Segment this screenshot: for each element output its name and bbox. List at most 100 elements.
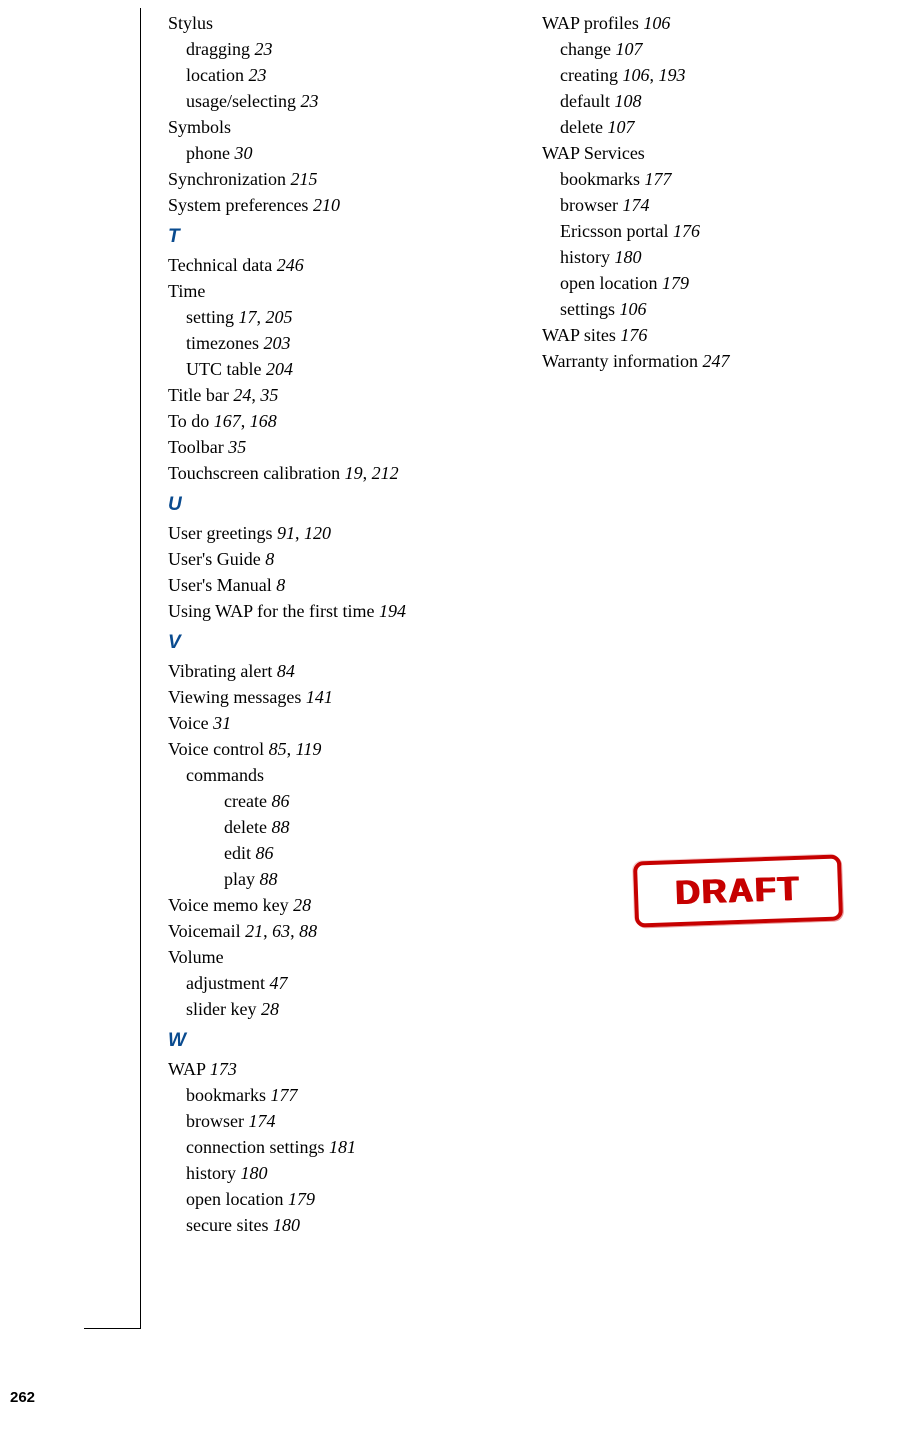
index-entry-text: User greetings <box>168 523 272 543</box>
index-entry-text: User's Manual <box>168 575 272 595</box>
index-entry: setting 17, 205 <box>186 304 498 330</box>
index-entry-text: browser <box>186 1111 244 1131</box>
index-entry-text: WAP <box>168 1059 205 1079</box>
index-entry-text: Ericsson portal <box>560 221 668 241</box>
index-entry-text: bookmarks <box>560 169 640 189</box>
index-entry: history 180 <box>186 1160 498 1186</box>
index-entry-pages: 21, 63, 88 <box>245 921 317 941</box>
index-entry-pages: 8 <box>265 549 274 569</box>
index-entry: delete 88 <box>224 814 498 840</box>
index-entry-pages: 181 <box>329 1137 356 1157</box>
index-columns: Stylusdragging 23location 23usage/select… <box>168 10 872 1238</box>
index-entry: commands <box>186 762 498 788</box>
index-entry-text: delete <box>560 117 603 137</box>
index-entry-text: To do <box>168 411 209 431</box>
index-entry-pages: 23 <box>254 39 272 59</box>
index-entry: edit 86 <box>224 840 498 866</box>
index-entry-text: adjustment <box>186 973 265 993</box>
index-entry-text: dragging <box>186 39 250 59</box>
index-entry: Voice control 85, 119 <box>168 736 498 762</box>
page-number: 262 <box>10 1389 35 1406</box>
index-entry-text: Viewing messages <box>168 687 301 707</box>
index-entry-text: Symbols <box>168 117 231 137</box>
index-entry-text: change <box>560 39 611 59</box>
index-column: Stylusdragging 23location 23usage/select… <box>168 10 498 1238</box>
index-entry: User greetings 91, 120 <box>168 520 498 546</box>
index-entry: slider key 28 <box>186 996 498 1022</box>
index-entry: User's Manual 8 <box>168 572 498 598</box>
index-entry: Symbols <box>168 114 498 140</box>
index-entry: timezones 203 <box>186 330 498 356</box>
index-entry: Using WAP for the first time 194 <box>168 598 498 624</box>
index-entry-text: Voicemail <box>168 921 241 941</box>
index-entry: dragging 23 <box>186 36 498 62</box>
index-entry-text: System preferences <box>168 195 308 215</box>
index-entry-pages: 107 <box>615 39 642 59</box>
index-entry-pages: 91, 120 <box>277 523 331 543</box>
section-letter: U <box>168 494 498 516</box>
index-entry-pages: 23 <box>300 91 318 111</box>
index-entry: Technical data 246 <box>168 252 498 278</box>
index-entry-pages: 84 <box>277 661 295 681</box>
index-entry-text: Stylus <box>168 13 213 33</box>
index-entry-text: slider key <box>186 999 256 1019</box>
index-entry-text: open location <box>186 1189 283 1209</box>
index-entry: phone 30 <box>186 140 498 166</box>
index-entry-text: bookmarks <box>186 1085 266 1105</box>
index-entry: User's Guide 8 <box>168 546 498 572</box>
index-entry-text: creating <box>560 65 618 85</box>
index-entry-pages: 176 <box>620 325 647 345</box>
index-entry-text: User's Guide <box>168 549 261 569</box>
index-entry: bookmarks 177 <box>186 1082 498 1108</box>
index-entry-pages: 177 <box>645 169 672 189</box>
index-entry-text: history <box>560 247 610 267</box>
section-letter: W <box>168 1030 498 1052</box>
index-entry-pages: 177 <box>271 1085 298 1105</box>
section-letter: T <box>168 226 498 248</box>
index-entry-pages: 24, 35 <box>233 385 278 405</box>
index-entry: Voice 31 <box>168 710 498 736</box>
index-entry-text: timezones <box>186 333 259 353</box>
index-entry: Viewing messages 141 <box>168 684 498 710</box>
index-entry-pages: 19, 212 <box>345 463 399 483</box>
index-entry-pages: 86 <box>271 791 289 811</box>
index-entry: location 23 <box>186 62 498 88</box>
index-entry: Toolbar 35 <box>168 434 498 460</box>
index-entry-pages: 167, 168 <box>214 411 277 431</box>
index-entry-text: Toolbar <box>168 437 224 457</box>
document-page: Stylusdragging 23location 23usage/select… <box>0 0 900 1436</box>
index-entry-pages: 174 <box>622 195 649 215</box>
index-entry-pages: 173 <box>210 1059 237 1079</box>
section-letter: V <box>168 632 498 654</box>
index-entry: connection settings 181 <box>186 1134 498 1160</box>
index-entry-text: create <box>224 791 267 811</box>
index-entry: Volume <box>168 944 498 970</box>
index-entry-pages: 31 <box>213 713 231 733</box>
index-entry: UTC table 204 <box>186 356 498 382</box>
index-entry-pages: 180 <box>615 247 642 267</box>
index-entry: open location 179 <box>186 1186 498 1212</box>
index-entry-pages: 174 <box>248 1111 275 1131</box>
index-entry: adjustment 47 <box>186 970 498 996</box>
index-entry: open location 179 <box>560 270 872 296</box>
index-entry-text: UTC table <box>186 359 261 379</box>
index-entry: WAP sites 176 <box>542 322 872 348</box>
index-entry-text: Volume <box>168 947 224 967</box>
index-entry-text: Touchscreen calibration <box>168 463 340 483</box>
index-entry: To do 167, 168 <box>168 408 498 434</box>
index-entry-pages: 47 <box>270 973 288 993</box>
index-entry-pages: 106 <box>620 299 647 319</box>
index-entry: Stylus <box>168 10 498 36</box>
index-entry-text: Vibrating alert <box>168 661 272 681</box>
index-entry-pages: 141 <box>306 687 333 707</box>
page-bracket-decoration <box>84 8 141 1329</box>
index-entry-text: open location <box>560 273 657 293</box>
index-entry: bookmarks 177 <box>560 166 872 192</box>
index-entry-text: location <box>186 65 244 85</box>
index-entry-pages: 107 <box>607 117 634 137</box>
index-entry-text: WAP sites <box>542 325 616 345</box>
index-entry: Touchscreen calibration 19, 212 <box>168 460 498 486</box>
index-entry: WAP Services <box>542 140 872 166</box>
index-entry-pages: 85, 119 <box>269 739 322 759</box>
index-entry-text: WAP Services <box>542 143 645 163</box>
